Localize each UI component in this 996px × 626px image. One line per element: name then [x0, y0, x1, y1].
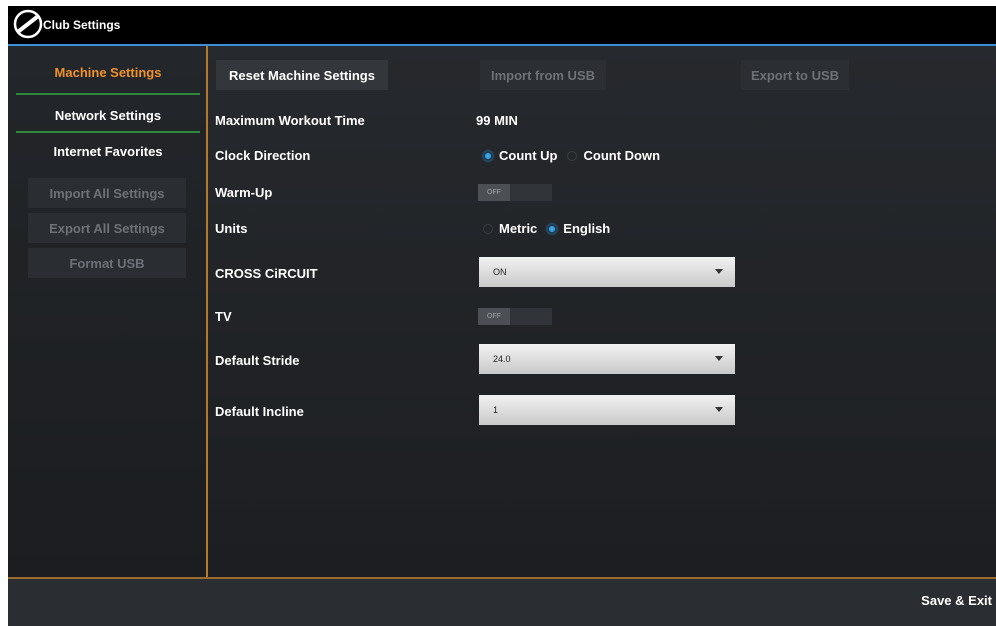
default-stride-label: Default Stride [215, 353, 300, 368]
sidebar-item-machine-settings[interactable]: Machine Settings [16, 55, 200, 89]
sidebar-divider [16, 93, 200, 95]
count-down-label[interactable]: Count Down [583, 148, 660, 163]
bottom-bar: Save & Exit [8, 577, 996, 626]
default-incline-select[interactable]: 1 [479, 395, 735, 425]
default-incline-label: Default Incline [215, 404, 304, 419]
english-label[interactable]: English [563, 221, 610, 236]
warm-up-label: Warm-Up [215, 185, 273, 200]
main-panel: Reset Machine Settings Import from USB E… [208, 46, 996, 577]
metric-radio[interactable] [483, 223, 493, 234]
default-stride-select[interactable]: 24.0 [479, 344, 735, 374]
save-and-exit-button[interactable]: Save & Exit [921, 593, 992, 608]
tv-toggle[interactable]: OFF [478, 308, 552, 325]
window-title: Club Settings [43, 18, 121, 32]
warm-up-toggle-state: OFF [478, 184, 510, 201]
brand-logo-icon [13, 9, 43, 39]
english-radio[interactable] [547, 223, 558, 234]
cross-circuit-select[interactable]: ON [479, 257, 735, 287]
count-down-radio[interactable] [567, 150, 578, 161]
chevron-down-icon [715, 269, 723, 274]
title-bar: Club Settings [8, 6, 996, 46]
import-from-usb-button[interactable]: Import from USB [480, 60, 606, 90]
sidebar-item-network-settings[interactable]: Network Settings [16, 98, 200, 132]
export-all-settings-button[interactable]: Export All Settings [28, 213, 186, 243]
count-up-label[interactable]: Count Up [499, 148, 557, 163]
cross-circuit-value: ON [493, 267, 507, 277]
sidebar-item-internet-favorites[interactable]: Internet Favorites [16, 134, 200, 168]
tv-toggle-state: OFF [478, 308, 510, 325]
units-label: Units [215, 221, 248, 236]
count-up-radio[interactable] [483, 150, 493, 161]
max-workout-time-label: Maximum Workout Time [215, 113, 365, 128]
app-screen: Club Settings Machine Settings Network S… [8, 6, 996, 626]
export-to-usb-button[interactable]: Export to USB [741, 60, 849, 90]
sidebar-divider [16, 131, 200, 133]
tv-label: TV [215, 309, 232, 324]
import-all-settings-button[interactable]: Import All Settings [28, 178, 186, 208]
default-stride-value: 24.0 [493, 354, 511, 364]
max-workout-time-value[interactable]: 99 MIN [476, 113, 518, 128]
sidebar: Machine Settings Network Settings Intern… [8, 46, 208, 577]
chevron-down-icon [715, 356, 723, 361]
clock-direction-label: Clock Direction [215, 148, 311, 163]
chevron-down-icon [715, 407, 723, 412]
units-radio-group: Metric English [483, 221, 614, 236]
metric-label[interactable]: Metric [499, 221, 537, 236]
format-usb-button[interactable]: Format USB [28, 248, 186, 278]
clock-direction-radio-group: Count Up Count Down [483, 148, 664, 163]
reset-machine-settings-button[interactable]: Reset Machine Settings [216, 60, 388, 90]
default-incline-value: 1 [493, 405, 499, 415]
warm-up-toggle[interactable]: OFF [478, 184, 552, 201]
cross-circuit-label: CROSS CiRCUIT [215, 266, 318, 281]
